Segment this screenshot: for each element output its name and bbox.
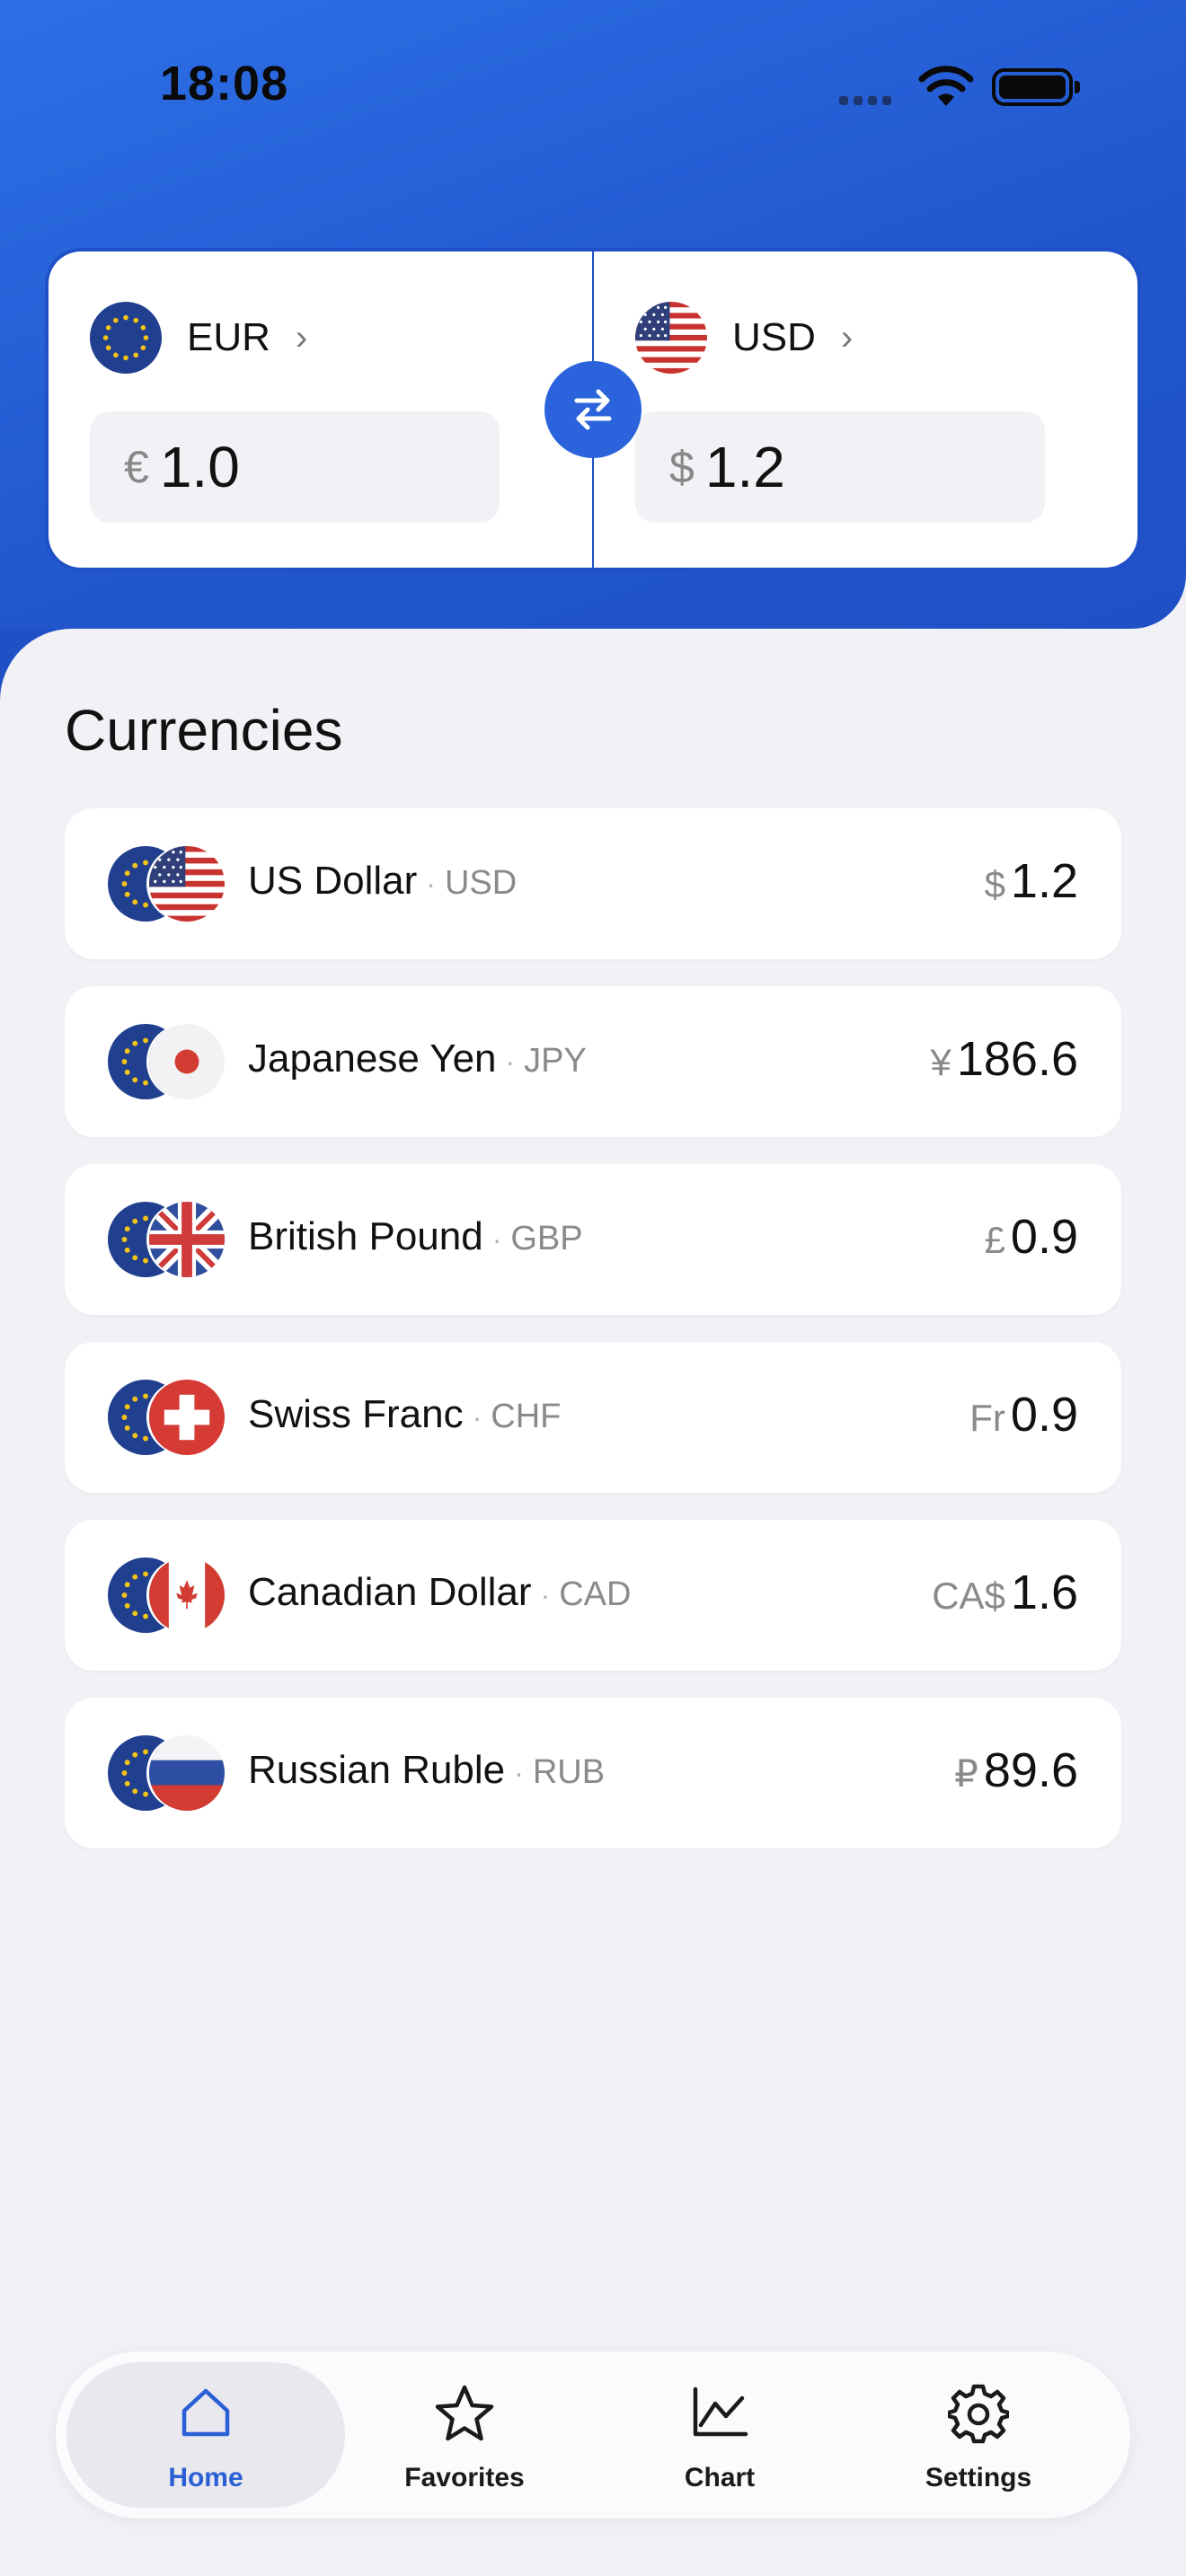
flag-pair [108, 846, 228, 922]
currency-symbol: CA$ [932, 1575, 1005, 1617]
currency-symbol: ₽ [954, 1752, 978, 1795]
tab-home[interactable]: Home [66, 2362, 345, 2508]
from-currency-selector[interactable]: EUR › [90, 302, 307, 374]
status-bar: 18:08 [0, 0, 1186, 180]
currency-symbol: Fr [969, 1397, 1005, 1439]
currency-value: 0.9 [1010, 1388, 1078, 1442]
currency-name: US Dollar [248, 859, 418, 903]
home-icon [181, 2388, 230, 2437]
currency-value: 1.2 [1010, 854, 1078, 908]
from-amount-input[interactable]: € 1.0 [90, 411, 500, 523]
currency-code: GBP [510, 1220, 583, 1257]
to-currency-selector[interactable]: USD › [635, 302, 853, 374]
swap-arrows-icon [574, 389, 612, 430]
currency-code: CAD [559, 1575, 632, 1613]
battery-icon [992, 68, 1080, 106]
chevron-right-icon: › [295, 317, 308, 357]
currency-rate: Fr 0.9 [969, 1387, 1078, 1442]
currency-name: Canadian Dollar [248, 1570, 532, 1614]
currency-row-cad[interactable]: Canadian Dollar · CAD CA$ 1.6 [65, 1520, 1121, 1671]
from-currency-symbol: € [124, 442, 149, 492]
currency-name-line: British Pound · GBP [248, 1214, 583, 1258]
to-currency-symbol: $ [669, 442, 695, 492]
chart-icon [693, 2386, 748, 2437]
currency-name: British Pound [248, 1214, 483, 1258]
us-flag-icon [149, 846, 225, 922]
content-corner [0, 629, 1186, 701]
gear-icon [948, 2384, 1009, 2444]
ru-flag-icon [149, 1735, 225, 1811]
currency-code: CHF [491, 1398, 562, 1435]
tab-chart[interactable]: Chart [580, 2362, 859, 2508]
tab-settings[interactable]: Settings [839, 2362, 1118, 2508]
to-amount-input[interactable]: $ 1.2 [635, 411, 1045, 523]
flag-pair [108, 1024, 228, 1099]
currency-row-rub[interactable]: Russian Ruble · RUB ₽89.6 [65, 1698, 1121, 1848]
to-currency-code: USD [732, 315, 816, 359]
tab-favorites[interactable]: Favorites [325, 2362, 604, 2508]
currency-code: USD [444, 864, 518, 902]
chevron-right-icon: › [840, 317, 854, 357]
from-currency-panel: EUR › € 1.0 [49, 251, 592, 568]
currency-row-chf[interactable]: Swiss Franc · CHF Fr 0.9 [65, 1342, 1121, 1493]
to-amount-value: 1.2 [704, 435, 785, 499]
currency-code: RUB [532, 1753, 606, 1791]
status-time: 18:08 [160, 57, 289, 110]
flag-pair [108, 1735, 228, 1811]
currency-name-line: Russian Ruble · RUB [248, 1748, 606, 1792]
ca-flag-icon [149, 1557, 225, 1633]
tab-label: Home [168, 2463, 243, 2492]
currency-row-gbp[interactable]: British Pound · GBP £0.9 [65, 1164, 1121, 1315]
gb-flag-icon [149, 1202, 225, 1277]
cellular-signal-icon [839, 93, 897, 110]
currency-name-line: US Dollar · USD [248, 859, 518, 903]
currency-rate: CA$ 1.6 [932, 1565, 1078, 1620]
from-currency-code: EUR [187, 315, 270, 359]
flag-pair [108, 1557, 228, 1633]
wifi-icon [918, 66, 974, 106]
tab-label: Chart [684, 2463, 756, 2492]
to-currency-panel: USD › $ 1.2 [594, 251, 1137, 568]
currency-row-usd[interactable]: US Dollar · USD $1.2 [65, 808, 1121, 959]
currency-value: 1.6 [1010, 1566, 1078, 1619]
currency-symbol: ¥ [930, 1041, 951, 1083]
currency-symbol: $ [984, 863, 1005, 905]
currency-name: Russian Ruble [248, 1748, 506, 1792]
currency-rate: ¥186.6 [931, 1031, 1079, 1087]
section-title: Currencies [65, 698, 343, 763]
ch-flag-icon [149, 1380, 225, 1455]
us-flag-icon [635, 302, 707, 374]
currency-list: US Dollar · USD $1.2 Japanese Yen · JPY ¥186… [65, 808, 1121, 1875]
currency-code: JPY [524, 1042, 587, 1080]
currency-value: 89.6 [983, 1743, 1078, 1797]
eu-flag-icon [90, 302, 162, 374]
currency-name-line: Canadian Dollar · CAD [248, 1570, 632, 1614]
swap-currencies-button[interactable] [544, 361, 642, 458]
flag-pair [108, 1380, 228, 1455]
currency-name-line: Swiss Franc · CHF [248, 1392, 562, 1436]
jp-flag-icon [149, 1024, 225, 1099]
currency-rate: $1.2 [985, 853, 1078, 909]
currency-row-jpy[interactable]: Japanese Yen · JPY ¥186.6 [65, 986, 1121, 1137]
from-amount-value: 1.0 [159, 435, 240, 499]
currency-rate: £0.9 [985, 1209, 1078, 1265]
tab-label: Favorites [404, 2463, 525, 2492]
currency-value: 186.6 [956, 1032, 1078, 1086]
currency-value: 0.9 [1010, 1210, 1078, 1264]
flag-pair [108, 1202, 228, 1277]
currency-name-line: Japanese Yen · JPY [248, 1037, 587, 1081]
currency-symbol: £ [984, 1219, 1005, 1261]
currency-name: Japanese Yen [248, 1037, 497, 1081]
tab-label: Settings [925, 2463, 1032, 2492]
currency-rate: ₽89.6 [954, 1742, 1078, 1798]
tab-bar: Home Favorites Chart Settings [56, 2351, 1130, 2519]
star-icon [435, 2385, 494, 2441]
currency-name: Swiss Franc [248, 1392, 464, 1436]
